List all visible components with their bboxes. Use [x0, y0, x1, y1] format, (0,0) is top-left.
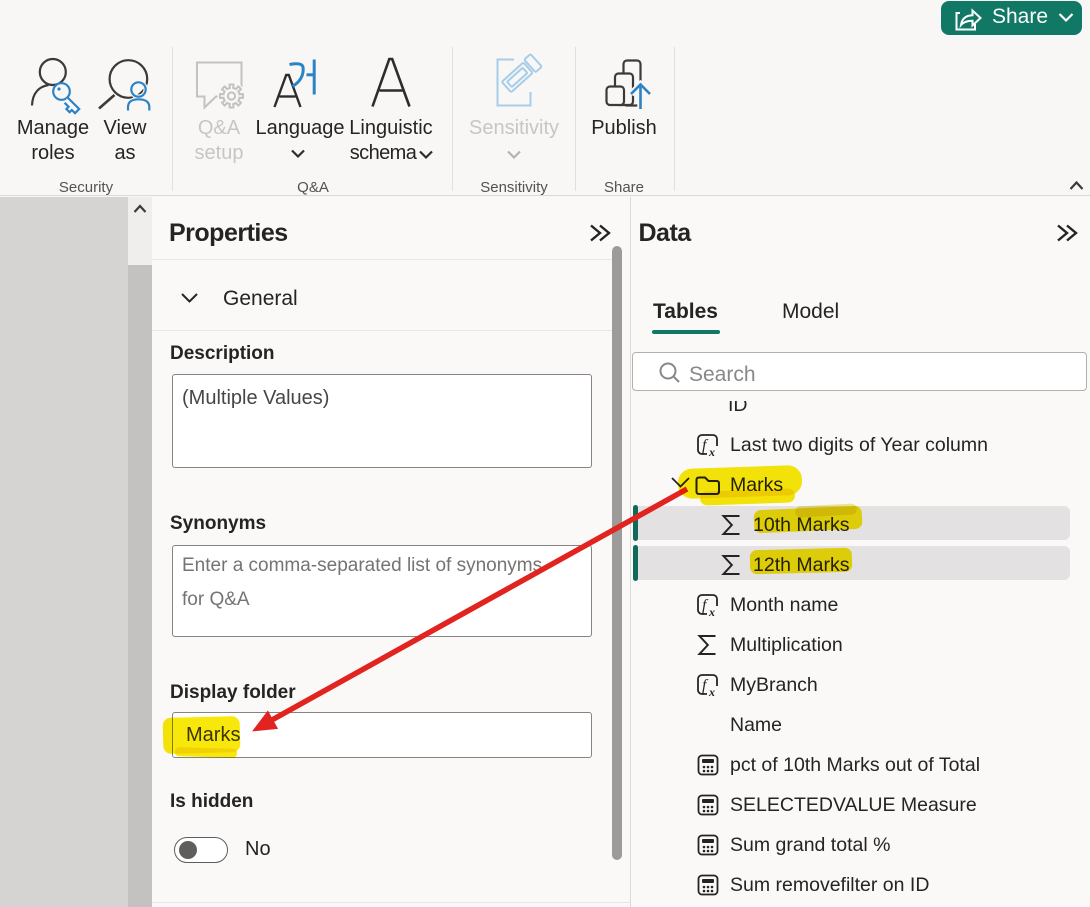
svg-text:x: x [708, 605, 715, 619]
svg-text:x: x [708, 685, 715, 699]
svg-text:x: x [708, 445, 715, 459]
